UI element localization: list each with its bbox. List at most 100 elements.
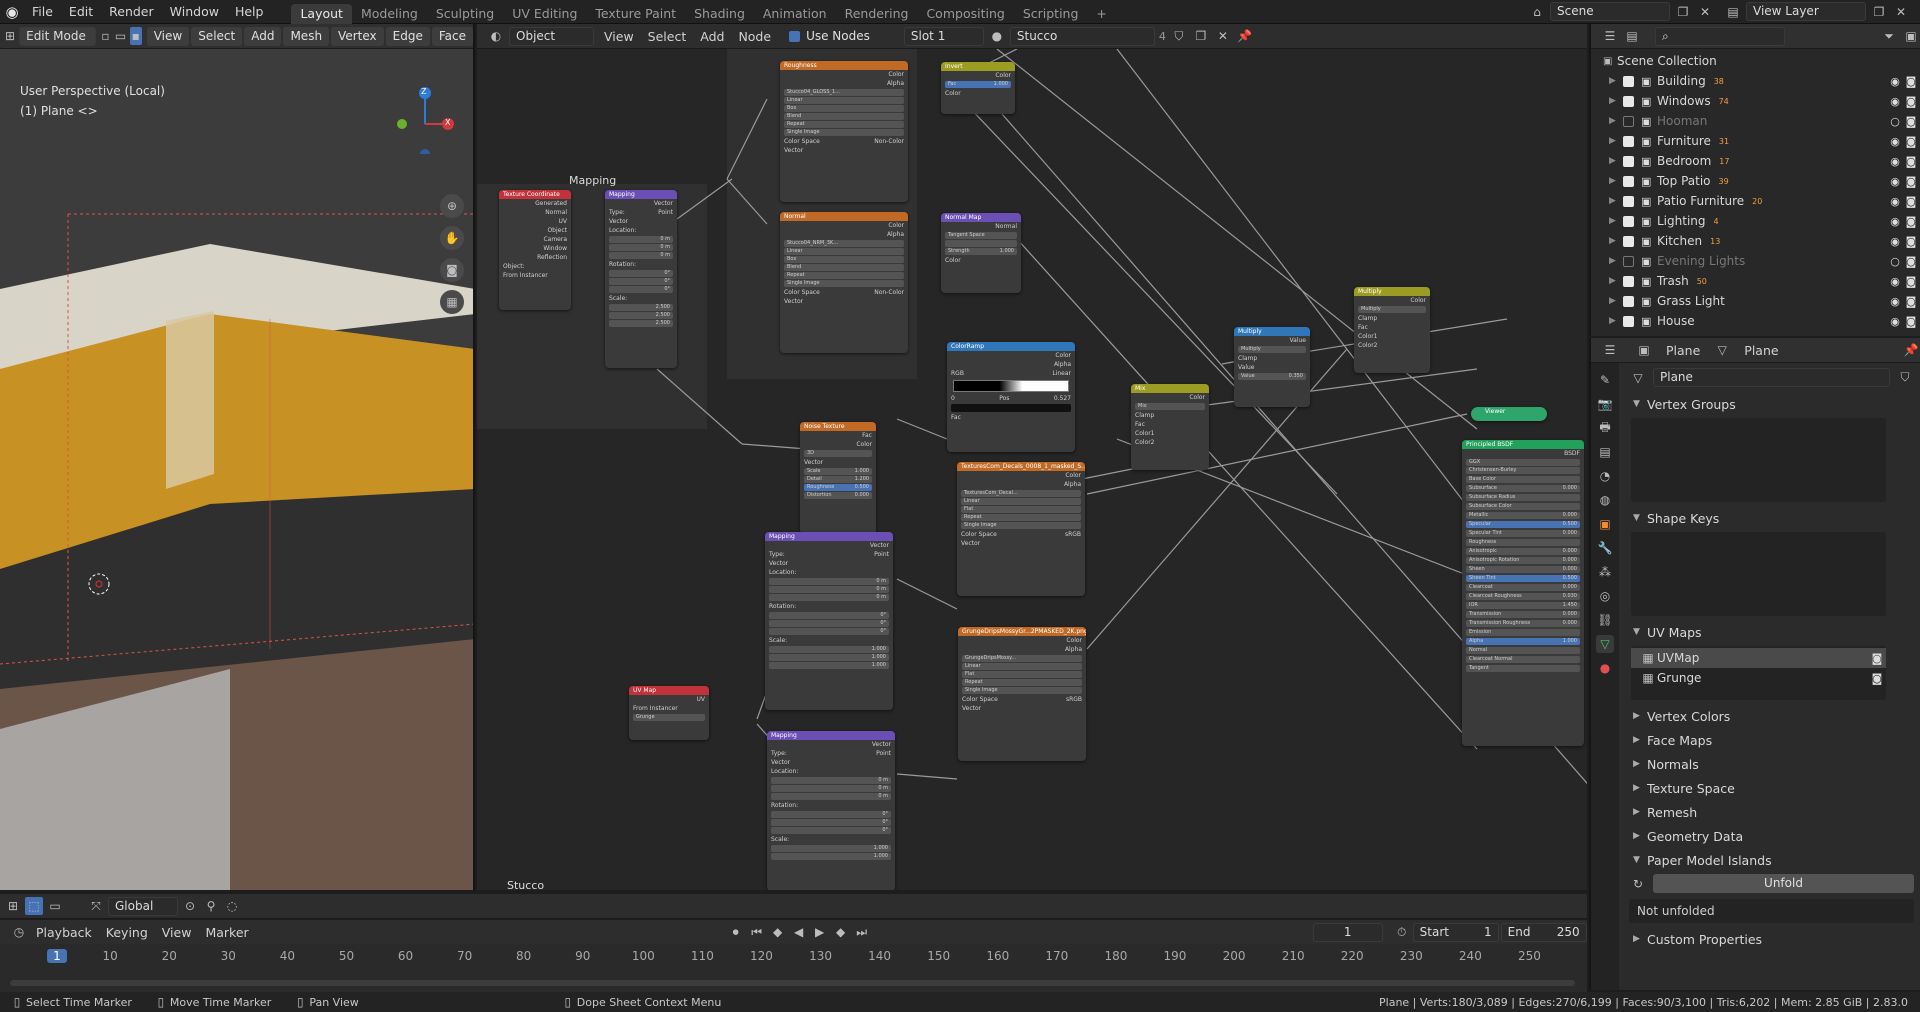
custom-props-header[interactable]: ▶ Custom Properties bbox=[1621, 927, 1920, 951]
location-z[interactable]: 0 m bbox=[609, 252, 673, 259]
breadcrumb-data[interactable]: Plane bbox=[1737, 343, 1785, 358]
bsdf-emission-input[interactable]: Emission bbox=[1466, 629, 1580, 636]
add-workspace-button[interactable]: + bbox=[1087, 4, 1115, 24]
scale-x[interactable]: 2.500 bbox=[609, 304, 673, 311]
prev-key-icon[interactable]: ◆ bbox=[769, 923, 787, 941]
particles-tab-icon[interactable]: ⁂ bbox=[1596, 563, 1614, 581]
outliner-search[interactable]: ⌕ bbox=[1655, 26, 1785, 46]
stop-color-swatch[interactable] bbox=[951, 404, 1071, 412]
extension-dropdown[interactable]: Repeat bbox=[962, 679, 1082, 686]
image-field[interactable]: Stucco04_NRM_3K... bbox=[784, 240, 904, 247]
node-menu-view[interactable]: View bbox=[598, 29, 640, 44]
stop-index[interactable]: 0 bbox=[951, 394, 955, 403]
properties-editor[interactable]: ☰ ▣ Plane ▽ Plane 📌 ✎ 📷 🖶 ▤ ◔ ◍ ▣ 🔧 ⁂ ◎ … bbox=[1589, 338, 1920, 990]
expand-arrow-icon[interactable]: ▶ bbox=[1609, 276, 1623, 286]
blend-field[interactable]: Blend bbox=[784, 113, 904, 120]
viewport-menu-view[interactable]: View bbox=[146, 26, 190, 46]
breadcrumb-object[interactable]: Plane bbox=[1659, 343, 1707, 358]
render-camera-icon[interactable]: ◙ bbox=[1902, 275, 1920, 288]
clamp-checkbox[interactable]: Clamp bbox=[1358, 314, 1377, 323]
outliner-item-building[interactable]: ▶ ▣ Building 38 ◉ ◙ bbox=[1603, 71, 1920, 91]
row-value[interactable]: Point bbox=[658, 208, 673, 217]
paper-model-header[interactable]: ▼ Paper Model Islands bbox=[1621, 848, 1920, 872]
visibility-eye-icon[interactable]: ◉ bbox=[1888, 95, 1902, 108]
vertex-select-icon[interactable]: ▫ bbox=[99, 27, 111, 45]
expand-arrow-icon[interactable]: ▶ bbox=[1609, 116, 1623, 126]
view-layer-field[interactable]: View Layer bbox=[1746, 2, 1866, 21]
operation-dropdown[interactable]: Multiply bbox=[1358, 306, 1426, 313]
bsdf-subsurface-radius-input[interactable]: Subsurface Radius bbox=[1466, 494, 1580, 501]
workspace-tab-sculpting[interactable]: Sculpting bbox=[427, 4, 503, 24]
uv-map-field[interactable] bbox=[945, 240, 1017, 247]
source-dropdown[interactable]: Single Image bbox=[961, 522, 1081, 529]
exclude-checkbox[interactable] bbox=[1623, 295, 1634, 307]
editor-type-icon[interactable]: ⊞ bbox=[4, 27, 16, 45]
start-frame-field[interactable]: Start 1 bbox=[1412, 922, 1499, 942]
image-field[interactable]: Stucco04_GLOSS_1... bbox=[784, 89, 904, 96]
scale-x[interactable]: 1.000 bbox=[771, 845, 891, 852]
outliner-item-bedroom[interactable]: ▶ ▣ Bedroom 17 ◉ ◙ bbox=[1603, 151, 1920, 171]
node-texturescom-image[interactable]: TexturesCom_Decals_0008_1_masked_S... Co… bbox=[957, 462, 1085, 596]
visibility-eye-icon[interactable]: ◉ bbox=[1888, 215, 1902, 228]
rotation-x[interactable]: 0° bbox=[771, 811, 891, 818]
location-z[interactable]: 0 m bbox=[771, 793, 891, 800]
bsdf-anisotropic-rotation-input[interactable]: Anisotropic Rotation 0.000 bbox=[1466, 557, 1580, 564]
preview-range-icon[interactable]: ⏱ bbox=[1393, 923, 1411, 941]
render-tab-icon[interactable]: 📷 bbox=[1596, 395, 1614, 413]
workspace-tab-compositing[interactable]: Compositing bbox=[917, 4, 1013, 24]
outliner-item-furniture[interactable]: ▶ ▣ Furniture 31 ◉ ◙ bbox=[1603, 131, 1920, 151]
current-frame-field[interactable]: 1 bbox=[1312, 922, 1383, 942]
exclude-checkbox[interactable] bbox=[1623, 115, 1634, 127]
blender-logo-icon[interactable]: ◉ bbox=[0, 0, 24, 24]
world-tab-icon[interactable]: ◍ bbox=[1596, 491, 1614, 509]
interpolation-dropdown[interactable]: Linear bbox=[784, 248, 904, 255]
exclude-checkbox[interactable] bbox=[1623, 275, 1634, 287]
refresh-icon[interactable]: ↻ bbox=[1629, 875, 1647, 893]
outliner-item-trash[interactable]: ▶ ▣ Trash 50 ◉ ◙ bbox=[1603, 271, 1920, 291]
expand-arrow-icon[interactable]: ▶ bbox=[1609, 196, 1623, 206]
color-ramp-gradient[interactable] bbox=[953, 380, 1069, 392]
face-select-icon[interactable]: ▪ bbox=[129, 27, 142, 45]
position-value[interactable]: 0.527 bbox=[1054, 394, 1071, 403]
extension-dropdown[interactable]: Repeat bbox=[784, 272, 904, 279]
material-icon[interactable]: ● bbox=[988, 27, 1006, 45]
expand-arrow-icon[interactable]: ▶ bbox=[1609, 156, 1623, 166]
jump-end-icon[interactable]: ⏭ bbox=[853, 923, 871, 941]
visibility-eye-icon[interactable]: ◉ bbox=[1888, 135, 1902, 148]
visibility-eye-icon[interactable]: ◉ bbox=[1888, 175, 1902, 188]
render-camera-icon[interactable]: ◙ bbox=[1902, 115, 1920, 128]
section-texture-space[interactable]: ▶ Texture Space bbox=[1621, 776, 1920, 800]
viewport-3d[interactable]: ⊞ Edit Mode ▫ ▭ ▪ View Select Add Mesh Verte… bbox=[0, 24, 475, 890]
location-y[interactable]: 0 m bbox=[771, 785, 891, 792]
timeline-ruler[interactable]: 1 10 20 30 40 50 60 70 80 90 100 110 120 130 140 150 160… bbox=[0, 947, 1587, 973]
node-multiply-mix[interactable]: Multiply Color Multiply Clamp Fac Color1… bbox=[1354, 287, 1430, 373]
exclude-checkbox[interactable] bbox=[1623, 75, 1634, 87]
bsdf-normal-input[interactable]: Normal bbox=[1466, 647, 1580, 654]
extension-dropdown[interactable]: Repeat bbox=[784, 121, 904, 128]
mode-dropdown[interactable]: RGB bbox=[951, 369, 964, 378]
subsurface-method-dropdown[interactable]: Christensen-Burley bbox=[1466, 467, 1580, 474]
view-layer-tab-icon[interactable]: ▤ bbox=[1596, 443, 1614, 461]
expand-arrow-icon[interactable]: ▶ bbox=[1609, 76, 1623, 86]
uv-maps-header[interactable]: ▼ UV Maps bbox=[1621, 620, 1920, 644]
render-camera-icon[interactable]: ◙ bbox=[1902, 195, 1920, 208]
rotation-z[interactable]: 0° bbox=[769, 628, 889, 635]
bsdf-transmission-roughness-input[interactable]: Transmission Roughness 0.000 bbox=[1466, 620, 1580, 627]
render-camera-icon[interactable]: ◙ bbox=[1902, 235, 1920, 248]
projection-dropdown[interactable]: Box bbox=[784, 256, 904, 263]
node-menu-select[interactable]: Select bbox=[642, 29, 693, 44]
viewport-menu-face[interactable]: Face bbox=[431, 26, 473, 46]
outliner-editor-icon[interactable]: ☰ bbox=[1601, 27, 1619, 45]
timeline-menu-view[interactable]: View bbox=[156, 925, 198, 940]
expand-arrow-icon[interactable]: ▶ bbox=[1609, 176, 1623, 186]
projection-dropdown[interactable]: Box bbox=[784, 105, 904, 112]
visibility-eye-icon[interactable]: ◉ bbox=[1888, 275, 1902, 288]
menu-file[interactable]: File bbox=[24, 0, 61, 24]
uv-map-dropdown[interactable]: Grunge bbox=[633, 714, 705, 721]
visibility-eye-icon[interactable]: ○ bbox=[1888, 255, 1902, 268]
viewport-menu-select[interactable]: Select bbox=[191, 26, 243, 46]
scale-z[interactable]: 2.500 bbox=[609, 320, 673, 327]
bsdf-specular-tint-input[interactable]: Specular Tint 0.000 bbox=[1466, 530, 1580, 537]
node-invert[interactable]: Invert Color Fac 1.000 Color bbox=[941, 62, 1015, 114]
outliner-item-lighting[interactable]: ▶ ▣ Lighting 4 ◉ ◙ bbox=[1603, 211, 1920, 231]
